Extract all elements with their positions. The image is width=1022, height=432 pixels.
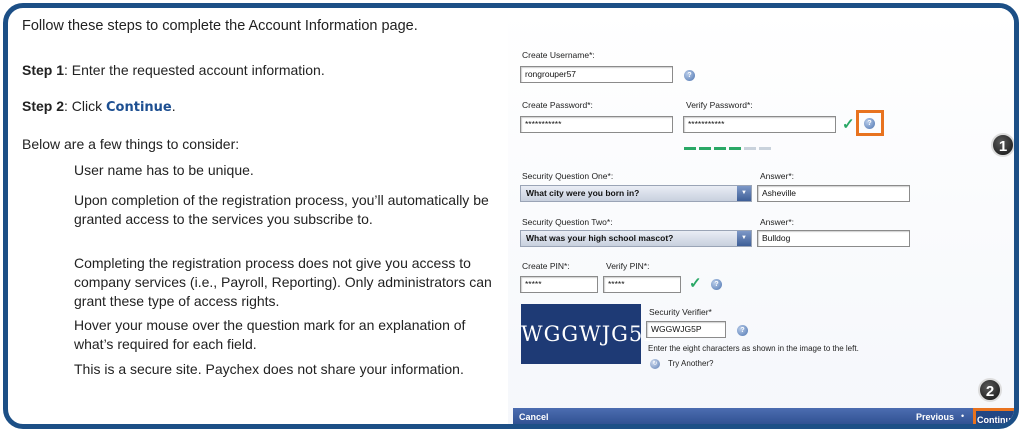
continue-reference: Continue — [106, 100, 172, 115]
answer-two-label: Answer*: — [760, 217, 795, 227]
step-2-text: : Click — [64, 98, 107, 114]
verify-password-input[interactable]: *********** — [683, 116, 836, 133]
try-another-link[interactable]: Try Another? — [668, 359, 714, 368]
security-verifier-input[interactable]: WGGWJG5P — [646, 321, 726, 338]
answer-one-input[interactable]: Asheville — [757, 185, 910, 202]
step-2-label: Step 2 — [22, 98, 65, 114]
security-question-one-label: Security Question One*: — [522, 171, 614, 181]
strength-segment — [759, 147, 771, 150]
tutorial-frame: Follow these steps to complete the Accou… — [3, 3, 1019, 429]
verifier-help-icon[interactable]: ? — [737, 325, 748, 336]
footer-separator: • — [961, 411, 965, 421]
dropdown-arrow-icon: ▼ — [737, 231, 751, 246]
callout-2: 2 — [978, 378, 1002, 402]
password-label: Create Password*: — [522, 100, 593, 110]
previous-button[interactable]: Previous — [916, 412, 954, 422]
refresh-icon[interactable]: ↻ — [650, 359, 660, 369]
step-1: Step 1: Enter the requested account info… — [22, 62, 325, 78]
security-question-two-label: Security Question Two*: — [522, 217, 613, 227]
security-verifier-label: Security Verifier* — [649, 307, 712, 317]
strength-segment — [744, 147, 756, 150]
note-help-hover: Hover your mouse over the question mark … — [74, 317, 466, 352]
pin-input[interactable]: ***** — [520, 276, 598, 293]
username-input[interactable]: rongrouper57 — [520, 66, 673, 83]
continue-button[interactable]: Continue — [973, 408, 1014, 424]
step-2: Step 2: Click Continue. — [22, 98, 176, 115]
answer-two-input[interactable]: Bulldog — [757, 230, 910, 247]
strength-segment — [684, 147, 696, 150]
note-unique-username: User name has to be unique. — [74, 162, 254, 178]
note-admin-rights: Completing the registration process does… — [74, 255, 492, 309]
strength-segment — [699, 147, 711, 150]
username-label: Create Username*: — [522, 50, 595, 60]
intro-text: Follow these steps to complete the Accou… — [22, 18, 418, 34]
password-ok-check-icon: ✓ — [842, 116, 855, 133]
dropdown-arrow-icon: ▼ — [737, 186, 751, 201]
password-help-icon[interactable]: ? — [864, 118, 875, 129]
form-footer-bar: Cancel Previous • Continue — [513, 408, 1014, 424]
step-2-end: . — [171, 98, 176, 114]
step-1-text: : Enter the requested account informatio… — [64, 62, 325, 78]
pin-label: Create PIN*: — [522, 261, 570, 271]
note-secure-site: This is a secure site. Paychex does not … — [74, 361, 464, 377]
security-question-two-value: What was your high school mascot? — [526, 233, 674, 243]
cancel-button[interactable]: Cancel — [519, 412, 549, 422]
pin-help-icon[interactable]: ? — [711, 279, 722, 290]
verify-pin-label: Verify PIN*: — [606, 261, 650, 271]
consider-heading: Below are a few things to consider: — [22, 136, 240, 152]
verifier-instructions: Enter the eight characters as shown in t… — [648, 344, 859, 353]
password-strength-meter — [684, 147, 784, 151]
security-question-one-select[interactable]: What city were you born in? ▼ — [520, 185, 752, 202]
step-1-label: Step 1 — [22, 62, 65, 78]
note-auto-access: Upon completion of the registration proc… — [74, 192, 489, 227]
username-help-icon[interactable]: ? — [684, 70, 695, 81]
security-question-one-value: What city were you born in? — [526, 188, 640, 198]
callout-1: 1 — [991, 133, 1014, 157]
strength-segment — [729, 147, 741, 150]
verify-pin-input[interactable]: ***** — [603, 276, 681, 293]
password-input[interactable]: *********** — [520, 116, 673, 133]
pin-ok-check-icon: ✓ — [689, 275, 702, 292]
captcha-image: WGGWJG5P — [521, 304, 657, 364]
answer-one-label: Answer*: — [760, 171, 795, 181]
security-question-two-select[interactable]: What was your high school mascot? ▼ — [520, 230, 752, 247]
strength-segment — [714, 147, 726, 150]
verify-password-label: Verify Password*: — [686, 100, 753, 110]
